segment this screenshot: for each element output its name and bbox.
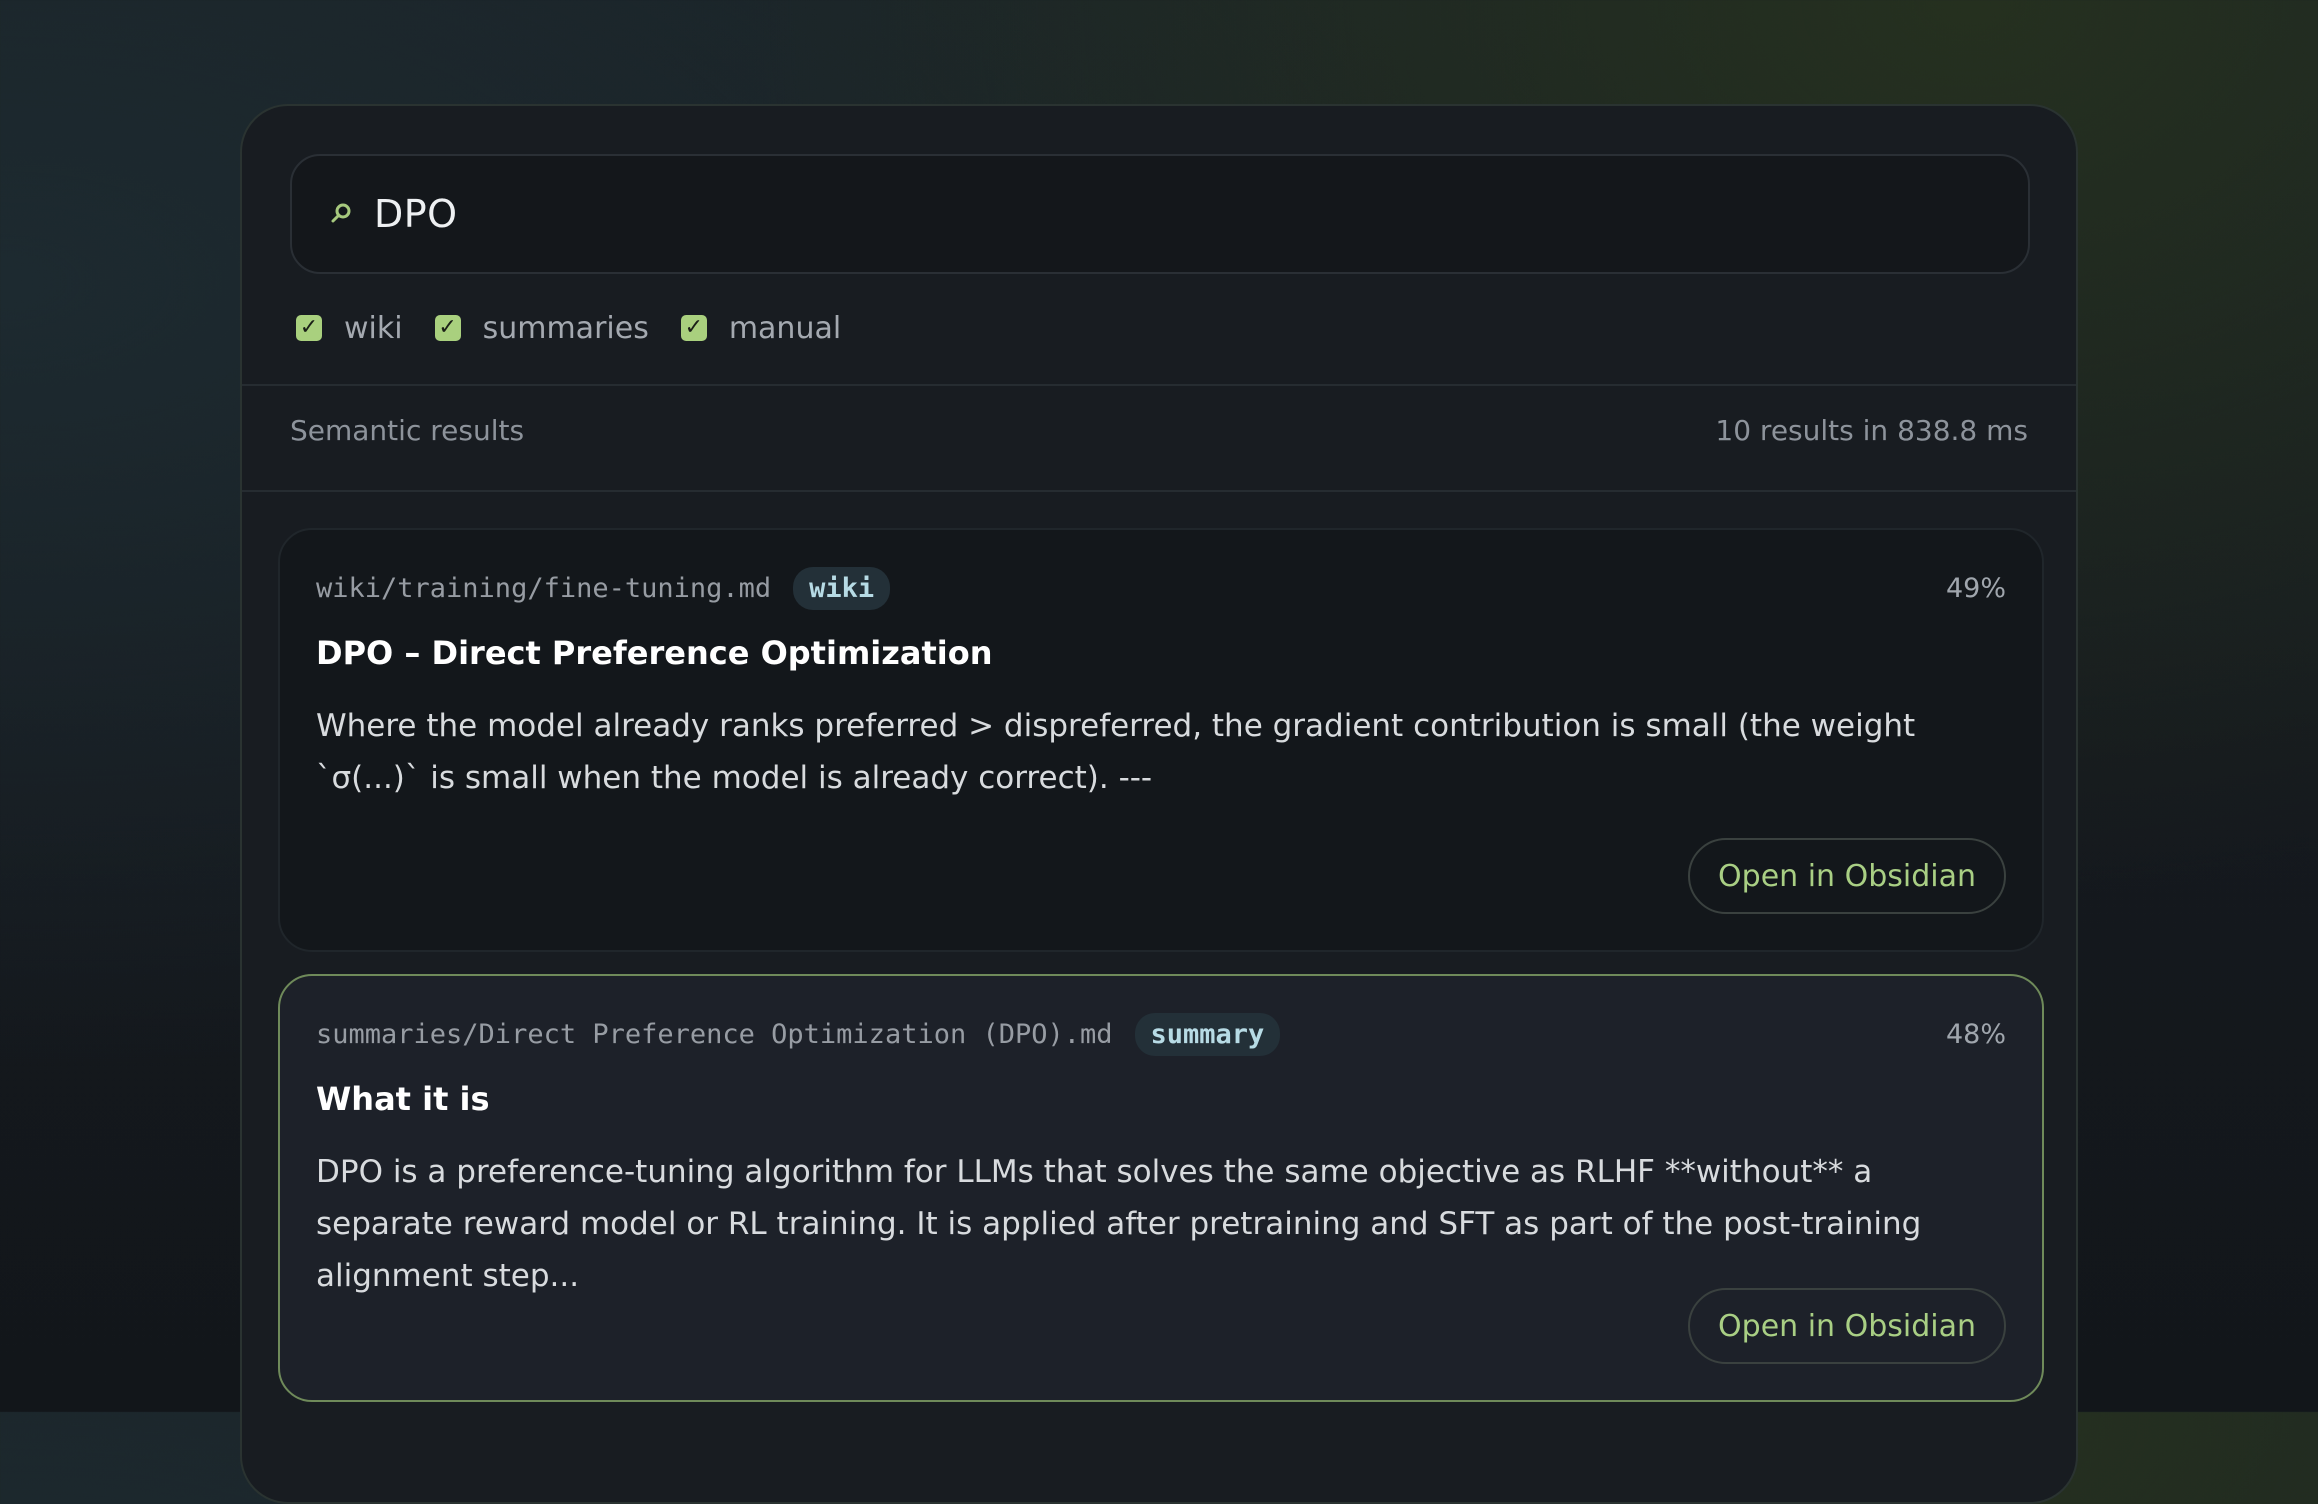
- result-snippet: DPO is a preference-tuning algorithm for…: [316, 1154, 1922, 1294]
- results-mode-label: Semantic results: [290, 414, 525, 447]
- checkbox-checked-icon[interactable]: ✓: [434, 315, 461, 341]
- open-in-obsidian-button[interactable]: Open in Obsidian: [1688, 1288, 2006, 1364]
- result-path: wiki/training/fine-tuning.md: [316, 572, 772, 604]
- relevance-score: 49%: [1945, 572, 2006, 604]
- results-header: Semantic results 10 results in 838.8 ms: [290, 414, 2028, 447]
- result-meta: wiki/training/fine-tuning.md wiki 49%: [316, 566, 2006, 610]
- filter-wiki[interactable]: ✓ wiki: [296, 311, 403, 346]
- search-panel: DPO ✓ wiki ✓ summaries ✓ manual Semantic…: [240, 104, 2078, 1504]
- search-bar[interactable]: DPO: [290, 154, 2030, 274]
- search-icon: [328, 201, 354, 227]
- checkbox-checked-icon[interactable]: ✓: [296, 315, 322, 341]
- result-card[interactable]: wiki/training/fine-tuning.md wiki 49% DP…: [278, 528, 2044, 952]
- source-tag: summary: [1134, 1012, 1281, 1056]
- divider: [242, 384, 2076, 386]
- checkbox-checked-icon[interactable]: ✓: [680, 315, 707, 341]
- result-path: summaries/Direct Preference Optimization…: [316, 1018, 1113, 1050]
- result-title: What it is: [316, 1080, 490, 1118]
- filter-manual[interactable]: ✓ manual: [680, 310, 842, 346]
- source-filters: ✓ wiki ✓ summaries ✓ manual: [296, 306, 873, 350]
- open-in-obsidian-button[interactable]: Open in Obsidian: [1688, 838, 2006, 914]
- result-meta: summaries/Direct Preference Optimization…: [316, 1012, 2006, 1056]
- source-tag: wiki: [793, 566, 891, 610]
- result-title: DPO – Direct Preference Optimization: [316, 634, 993, 672]
- relevance-score: 48%: [1945, 1018, 2006, 1050]
- result-snippet: Where the model already ranks preferred …: [316, 708, 1916, 796]
- result-card-selected[interactable]: summaries/Direct Preference Optimization…: [278, 974, 2044, 1402]
- divider: [242, 490, 2076, 492]
- filter-label: manual: [728, 310, 842, 346]
- filter-label: summaries: [482, 310, 649, 346]
- filter-summaries[interactable]: ✓ summaries: [434, 310, 649, 346]
- filter-label: wiki: [344, 310, 403, 346]
- search-input[interactable]: DPO: [374, 192, 458, 236]
- results-count: 10 results in 838.8 ms: [1715, 414, 2028, 447]
